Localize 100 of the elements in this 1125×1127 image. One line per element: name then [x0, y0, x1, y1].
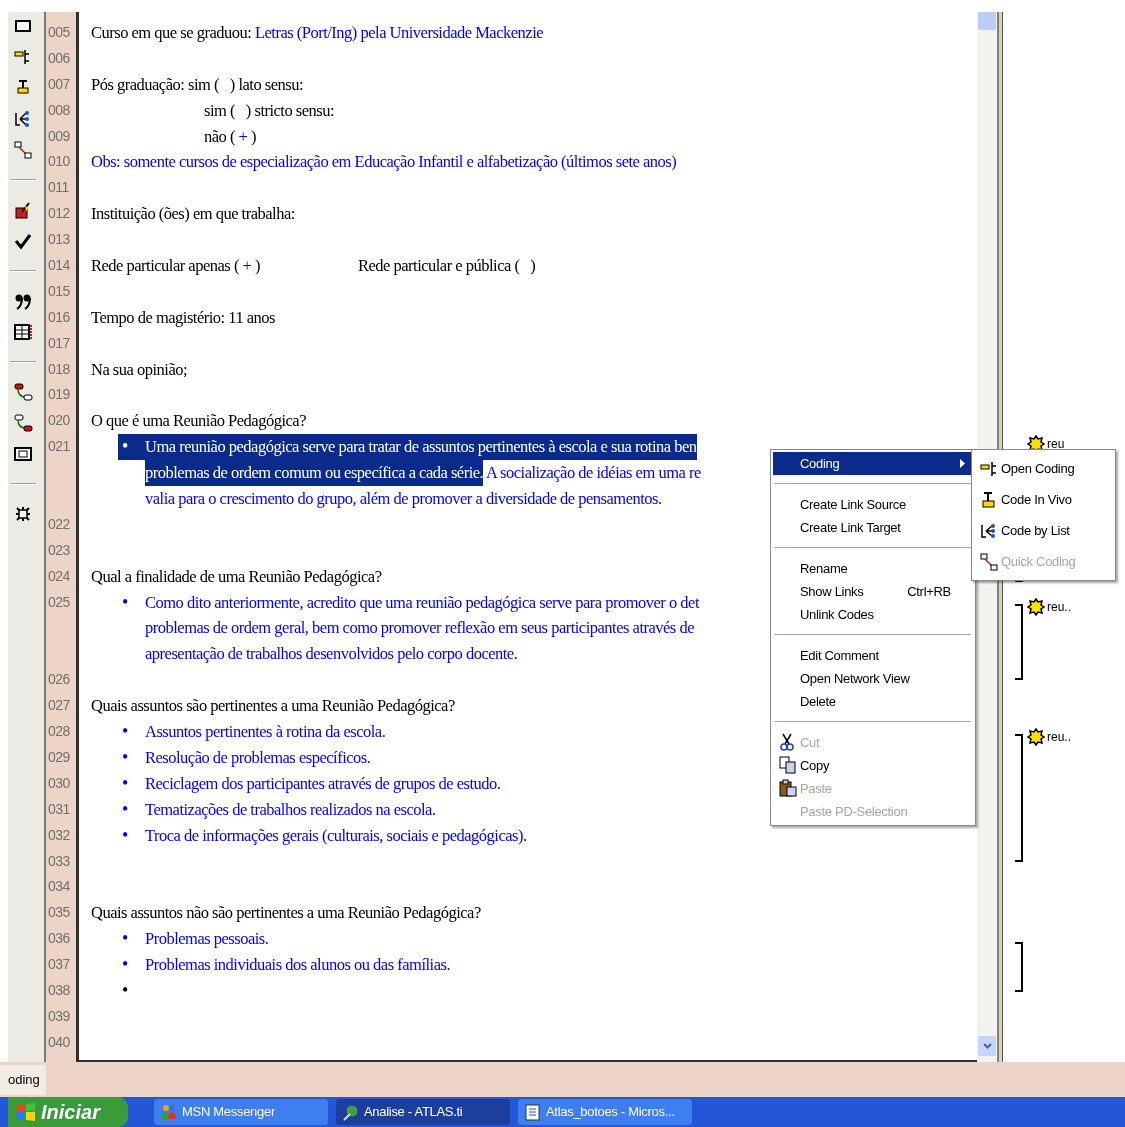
document-text: Pós graduação: sim ( ) lato sensu: [91, 73, 304, 96]
scrollbar-thumb[interactable] [978, 12, 996, 30]
document-text: Problemas individuais dos alunos ou das famílias. [145, 954, 450, 977]
document-text: valia para o crescimento do grupo, além de promover a diversidade de pensamentos. [145, 488, 662, 511]
quick-code-icon[interactable] [13, 140, 33, 160]
code-icon [1027, 598, 1045, 616]
line-number: 018 [47, 359, 71, 379]
menu-item[interactable]: Rename [773, 557, 973, 580]
line-number: 026 [47, 670, 71, 690]
menu-item[interactable]: Coding [773, 452, 973, 475]
menu-item[interactable]: Code by List [974, 515, 1113, 546]
document-text: não ( [204, 125, 236, 148]
clipboard-icon [779, 779, 797, 797]
line-number: 007 [47, 74, 71, 94]
start-button[interactable]: Iniciar [8, 1097, 128, 1127]
line-number: 009 [47, 126, 71, 146]
menu-item[interactable]: Open Network View [773, 667, 973, 690]
line-number: 017 [47, 333, 71, 353]
document-text: Rede particular e pública ( ) [357, 255, 536, 277]
line-number: 029 [47, 747, 71, 767]
document-text: Resolução de problemas específicos. [145, 746, 371, 769]
line-number: 011 [47, 178, 70, 198]
menu-item[interactable]: Create Link Source [773, 493, 973, 516]
document-text: Troca de informações gerais (culturais, sociais e pedagógicas). [145, 824, 527, 847]
copy-icon [779, 756, 797, 774]
line-number: 023 [47, 540, 71, 560]
line-number: 024 [47, 566, 71, 586]
document-text: Quais assuntos são pertinentes a uma Reunião Pedagógica? [91, 695, 455, 718]
bullet: • [121, 823, 129, 847]
scissors-icon [779, 733, 795, 751]
document-text: sim ( ) stricto sensu: [204, 99, 335, 122]
bullet: • [121, 745, 129, 769]
code-tag-icon [980, 459, 998, 478]
code-label[interactable]: reu [1047, 438, 1065, 450]
scroll-down-button[interactable] [978, 1036, 996, 1056]
document-text: Qual a finalidade de uma Reunião Pedagógica? [91, 565, 382, 588]
bullet: • [121, 771, 129, 795]
document-text: Assuntos pertinentes à rotina da escola. [145, 721, 386, 744]
menu-item[interactable]: Create Link Target [773, 516, 973, 539]
menu-item[interactable]: Open Coding [974, 453, 1113, 484]
document-text: ) [250, 125, 256, 148]
document-text: + [238, 125, 248, 148]
document-text: Como dito anteriormente, acredito que uma reunião pedagógica serve para promover o det [145, 591, 699, 614]
menu-item[interactable]: Unlink Codes [773, 603, 973, 626]
document-text: apresentação de trabalhos desenvolvidos pelo corpo docente. [145, 643, 518, 666]
line-number: 030 [47, 773, 71, 793]
quick-code-icon [980, 552, 998, 571]
frame-icon[interactable] [13, 444, 33, 464]
line-number: 037 [47, 955, 71, 975]
line-number: 005 [47, 23, 71, 42]
bullet: • [121, 953, 129, 977]
network-icon[interactable] [13, 504, 33, 524]
line-number: 021 [47, 437, 71, 457]
menu-item[interactable]: Show Links Ctrl+RB [773, 580, 973, 603]
people-icon [160, 1103, 178, 1121]
document-text: Reciclagem dos participantes através de grupos de estudo. [145, 772, 501, 795]
shortcut-label: Ctrl+RB [907, 582, 952, 601]
memo-icon[interactable] [13, 200, 33, 220]
menu-item[interactable]: Code In Vivo [974, 484, 1113, 515]
line-number: 006 [47, 48, 71, 68]
document-text: Quais assuntos não são pertinentes a uma Reunião Pedagógica? [91, 902, 481, 925]
code-label[interactable]: reu.. [1047, 601, 1071, 613]
document-text: Obs: somente cursos de especialização em Educação Infantil e alfabetização (últimos sete anos) [91, 151, 677, 174]
chevron-down-icon [982, 1043, 992, 1049]
line-number: 019 [47, 385, 71, 405]
table-icon[interactable] [13, 322, 33, 342]
line-number: 008 [47, 100, 71, 120]
link-target-icon[interactable] [13, 413, 33, 433]
line-number: 012 [47, 204, 71, 224]
document-text: Uma reunião pedagógica serve para tratar de assuntos pertinentes à escola e sua rotina ben [145, 434, 697, 461]
document-text: problemas de ordem comum ou específica a cada série. [145, 460, 484, 487]
checkmark-icon[interactable] [13, 231, 33, 251]
document-text: ) [253, 255, 260, 277]
document-icon [524, 1103, 542, 1121]
line-number: 033 [47, 851, 71, 871]
line-number: 040 [47, 1032, 71, 1052]
taskbar-button[interactable]: Atlas_botoes - Micros... [518, 1099, 692, 1125]
line-number: 035 [47, 903, 71, 923]
line-number: 022 [47, 514, 71, 534]
document-text: Tematizações de trabalhos realizados na escola. [145, 798, 436, 821]
menu-item[interactable]: Delete [773, 690, 973, 713]
bullet: • [118, 434, 145, 461]
line-number: 032 [47, 825, 71, 845]
taskbar-button[interactable]: Analise - ATLAS.ti [336, 1099, 510, 1125]
document-text: Letras (Port/Ing) pela Universidade Mackenzie [254, 22, 544, 44]
document-text: + [242, 255, 252, 277]
document-text: Na sua opinião; [91, 358, 188, 381]
line-number: 027 [47, 696, 71, 716]
line-number: 034 [47, 877, 71, 897]
link-source-icon[interactable] [13, 382, 33, 402]
menu-item[interactable]: Copy [773, 754, 973, 777]
menu-item[interactable]: Edit Comment [773, 644, 973, 667]
taskbar-button[interactable]: MSN Messenger [154, 1099, 328, 1125]
code-label[interactable]: reu.. [1047, 731, 1071, 743]
document-text: Tempo de magistério: 11 anos [91, 306, 276, 329]
document-text: Curso em que se graduou: [91, 22, 253, 44]
list-tree-icon [980, 521, 998, 540]
line-number: 020 [47, 411, 71, 431]
windows-logo-icon [16, 1102, 36, 1122]
bullet: • [121, 927, 129, 951]
